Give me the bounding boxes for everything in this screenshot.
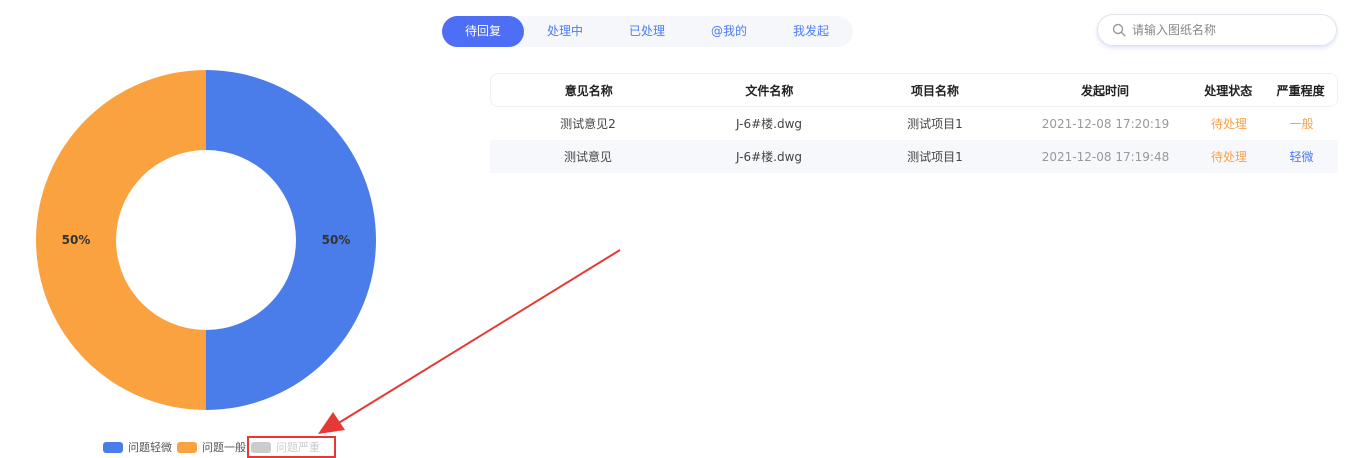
cell-severity: 一般	[1289, 117, 1314, 131]
legend-label-minor: 问题轻微	[128, 441, 172, 454]
tab-processing[interactable]: 处理中	[524, 16, 606, 47]
cell-project-name: 测试项目1	[907, 150, 963, 164]
legend-swatch-normal	[177, 441, 197, 453]
header-file-name[interactable]: 文件名称	[687, 82, 853, 99]
tab-mentioned-me[interactable]: @我的	[688, 16, 770, 47]
legend-item-normal[interactable]: 问题一般	[177, 438, 246, 456]
legend-label-severe: 问题严重	[276, 441, 320, 454]
legend-swatch-minor	[103, 441, 123, 453]
opinion-table: 意见名称 文件名称 项目名称 发起时间 处理状态 严重程度 测试意见2 J-6#…	[490, 73, 1338, 173]
tab-pending-reply[interactable]: 待回复	[442, 16, 524, 47]
table-row[interactable]: 测试意见2 J-6#楼.dwg 测试项目1 2021-12-08 17:20:1…	[490, 107, 1338, 140]
chart-legend: 问题轻微 问题一般 问题严重	[103, 436, 339, 458]
header-status[interactable]: 处理状态	[1192, 82, 1264, 99]
cell-severity: 轻微	[1289, 150, 1314, 164]
header-created-time[interactable]: 发起时间	[1018, 82, 1193, 99]
legend-swatch-severe	[251, 441, 271, 453]
tab-processed[interactable]: 已处理	[606, 16, 688, 47]
cell-created-time: 2021-12-08 17:20:19	[1041, 116, 1170, 131]
pie-slice-label-1: 50%	[62, 233, 91, 247]
cell-opinion-name[interactable]: 测试意见	[490, 148, 686, 165]
cell-status: 待处理	[1210, 117, 1247, 131]
header-project-name[interactable]: 项目名称	[852, 82, 1018, 99]
cell-created-time: 2021-12-08 17:19:48	[1041, 149, 1170, 164]
pie-slice-0[interactable]	[206, 70, 376, 410]
header-opinion-name[interactable]: 意见名称	[491, 82, 687, 99]
cell-status: 待处理	[1210, 150, 1247, 164]
table-row[interactable]: 测试意见 J-6#楼.dwg 测试项目1 2021-12-08 17:19:48…	[490, 140, 1338, 173]
legend-item-minor[interactable]: 问题轻微	[103, 438, 172, 456]
search-input[interactable]	[1132, 23, 1322, 37]
status-tabs: 待回复 处理中 已处理 @我的 我发起	[442, 16, 853, 47]
search-box	[1097, 14, 1337, 46]
legend-label-normal: 问题一般	[202, 441, 246, 454]
pie-slice-label-0: 50%	[322, 233, 351, 247]
legend-item-severe[interactable]: 问题严重	[247, 436, 336, 458]
cell-opinion-name[interactable]: 测试意见2	[490, 115, 686, 132]
table-header: 意见名称 文件名称 项目名称 发起时间 处理状态 严重程度	[490, 73, 1338, 107]
search-icon[interactable]	[1112, 23, 1126, 37]
tab-initiated-by-me[interactable]: 我发起	[770, 16, 852, 47]
donut-chart: 50% 50%	[36, 70, 376, 410]
cell-project-name: 测试项目1	[907, 117, 963, 131]
cell-file-name[interactable]: J-6#楼.dwg	[686, 115, 852, 132]
page-root: 50% 50% 问题轻微 问题一般 问题严重 待回复 处理中 已处理 @我的 我发…	[0, 0, 1362, 458]
header-severity[interactable]: 严重程度	[1264, 82, 1337, 99]
cell-file-name[interactable]: J-6#楼.dwg	[686, 148, 852, 165]
